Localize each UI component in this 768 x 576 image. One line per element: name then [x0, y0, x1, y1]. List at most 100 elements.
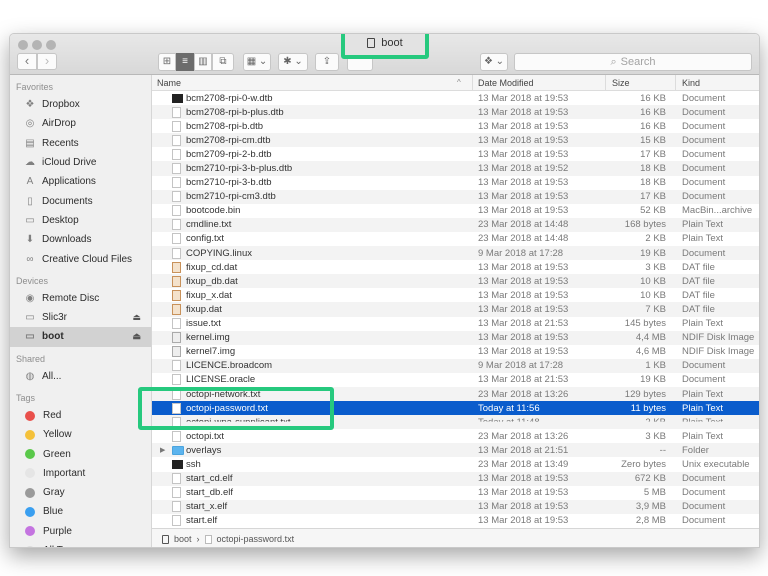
dropbox-button[interactable]: ❖ ⌄	[480, 53, 508, 71]
name-column-header[interactable]: Name	[157, 78, 181, 88]
disk-image-icon	[172, 332, 181, 344]
sidebar-item-all-tags[interactable]: All Tags...	[10, 541, 151, 547]
file-row[interactable]: kernel.img 13 Mar 2018 at 19:53 4,4 MB NDIF…	[152, 330, 759, 345]
file-row[interactable]: octopi-wpa-supplicant.txt Today at 11:48 2…	[152, 415, 759, 430]
file-row[interactable]: cmdline.txt 23 Mar 2018 at 14:48 168 bytes…	[152, 217, 759, 232]
sidebar-item-purple[interactable]: Purple	[10, 522, 151, 541]
gallery-view-button[interactable]: ⧉	[212, 53, 234, 71]
sidebar-item-dropbox[interactable]: ❖ Dropbox	[10, 95, 151, 114]
file-row[interactable]: kernel7.img 13 Mar 2018 at 19:53 4,6 MB NDI…	[152, 345, 759, 359]
file-row[interactable]: fixup_db.dat 13 Mar 2018 at 19:53 10 KB DAT…	[152, 274, 759, 289]
share-button[interactable]: ⇪	[315, 53, 339, 71]
file-name: bcm2708-rpi-b-plus.dtb	[186, 106, 284, 118]
file-name: bcm2708-rpi-cm.dtb	[186, 134, 271, 146]
file-kind: Document	[682, 487, 726, 499]
size-column-header[interactable]: Size	[612, 78, 630, 88]
file-row[interactable]: start_db.elf 13 Mar 2018 at 19:53 5 MB Docu…	[152, 486, 759, 500]
column-divider[interactable]	[605, 75, 606, 91]
file-row[interactable]: bcm2710-rpi-3-b.dtb 13 Mar 2018 at 19:53 1…	[152, 176, 759, 190]
search-field[interactable]: ⌕ Search	[514, 53, 752, 71]
file-row[interactable]: bcm2708-rpi-cm.dtb 13 Mar 2018 at 19:53 15…	[152, 133, 759, 148]
eject-icon[interactable]: ⏏	[132, 312, 141, 323]
path-root[interactable]: boot	[174, 534, 192, 544]
document-icon	[172, 430, 181, 442]
globe-icon: ◍	[25, 370, 35, 382]
path-file[interactable]: octopi-password.txt	[217, 534, 295, 544]
file-date: 13 Mar 2018 at 19:53	[478, 120, 569, 132]
sidebar-item-creative-cloud-files[interactable]: ∞ Creative Cloud Files	[10, 249, 151, 268]
forward-button[interactable]: ›	[37, 53, 57, 70]
file-row[interactable]: fixup_x.dat 13 Mar 2018 at 19:53 10 KB DAT …	[152, 288, 759, 302]
file-row[interactable]: fixup_cd.dat 13 Mar 2018 at 19:53 3 KB DAT …	[152, 260, 759, 274]
sidebar-item-downloads[interactable]: ⬇ Downloads	[10, 230, 151, 249]
sidebar-item-all[interactable]: ◍ All...	[10, 367, 151, 386]
file-row[interactable]: config.txt 23 Mar 2018 at 14:48 2 KB Plain …	[152, 232, 759, 246]
file-row[interactable]: LICENCE.broadcom 9 Mar 2018 at 17:28 1 KB D…	[152, 358, 759, 373]
sidebar-item-icloud-drive[interactable]: ☁ iCloud Drive	[10, 153, 151, 172]
sidebar-item-recents[interactable]: ▤ Recents	[10, 134, 151, 153]
disk-image-icon	[172, 346, 181, 358]
file-row[interactable]: issue.txt 13 Mar 2018 at 21:53 145 bytes Pl…	[152, 317, 759, 331]
back-button[interactable]: ‹	[17, 53, 37, 70]
file-row[interactable]: start.elf 13 Mar 2018 at 19:53 2,8 MB Docum…	[152, 514, 759, 528]
file-row[interactable]: octopi.txt 23 Mar 2018 at 13:26 3 KB Plain …	[152, 429, 759, 443]
sidebar-item-boot[interactable]: ▭ boot ⏏	[10, 327, 151, 347]
minimize-window-button[interactable]	[32, 40, 42, 50]
file-row[interactable]: start_x.elf 13 Mar 2018 at 19:53 3,9 MB Doc…	[152, 499, 759, 514]
sidebar-item-blue[interactable]: Blue	[10, 502, 151, 521]
sidebar-item-remote-disc[interactable]: ◉ Remote Disc	[10, 289, 151, 308]
file-size: 3 KB	[645, 430, 666, 442]
sidebar-item-documents[interactable]: ▯ Documents	[10, 191, 151, 210]
zoom-window-button[interactable]	[46, 40, 56, 50]
file-row[interactable]: LICENSE.oracle 13 Mar 2018 at 21:53 19 KB D…	[152, 373, 759, 387]
file-row[interactable]: octopi-network.txt 23 Mar 2018 at 13:26 12…	[152, 386, 759, 402]
sidebar-item-red[interactable]: Red	[10, 406, 151, 425]
column-divider[interactable]	[472, 75, 473, 91]
sidebar-item-green[interactable]: Green	[10, 444, 151, 463]
sidebar-item-airdrop[interactable]: ◎ AirDrop	[10, 114, 151, 133]
date-column-header[interactable]: Date Modified	[478, 78, 534, 88]
file-name: octopi-password.txt	[186, 402, 268, 414]
sidebar-item-important[interactable]: Important	[10, 464, 151, 483]
sidebar-item-label: Recents	[42, 137, 79, 149]
file-row[interactable]: bcm2708-rpi-b-plus.dtb 13 Mar 2018 at 19:…	[152, 105, 759, 120]
icon-view-button[interactable]: ⊞	[158, 53, 176, 71]
file-size: 2,8 MB	[635, 515, 666, 527]
group-button[interactable]: ▦ ⌄	[243, 53, 271, 71]
file-row[interactable]: bcm2710-rpi-3-b-plus.dtb 13 Mar 2018 at 1…	[152, 161, 759, 176]
recents-icon: ▤	[25, 137, 35, 149]
column-divider[interactable]	[675, 75, 676, 91]
file-row[interactable]: bcm2709-rpi-2-b.dtb 13 Mar 2018 at 19:53 1…	[152, 147, 759, 161]
eject-icon[interactable]: ⏏	[132, 331, 141, 342]
file-row[interactable]: bootcode.bin 13 Mar 2018 at 19:53 52 KB Mac…	[152, 204, 759, 218]
sidebar-item-slic3r[interactable]: ▭ Slic3r ⏏	[10, 308, 151, 327]
file-size: 4,4 MB	[635, 332, 666, 344]
file-row[interactable]: bcm2708-rpi-0-w.dtb 13 Mar 2018 at 19:53 1…	[152, 91, 759, 105]
action-gear-button[interactable]: ✱ ⌄	[278, 53, 308, 71]
file-row[interactable]: octopi-password.txt Today at 11:56 11 byte…	[152, 401, 759, 416]
file-row[interactable]: start_cd.elf 13 Mar 2018 at 19:53 672 KB Do…	[152, 471, 759, 486]
file-row[interactable]: bcm2710-rpi-cm3.dtb 13 Mar 2018 at 19:53 1…	[152, 189, 759, 204]
list-view-button[interactable]: ≡	[176, 53, 194, 71]
file-date: 13 Mar 2018 at 19:53	[478, 289, 569, 301]
sidebar-item-gray[interactable]: Gray	[10, 483, 151, 502]
kind-column-header[interactable]: Kind	[682, 78, 700, 88]
close-window-button[interactable]	[18, 40, 28, 50]
file-row[interactable]: ▶ overlays 13 Mar 2018 at 21:51 -- Folder	[152, 443, 759, 458]
file-row[interactable]: bcm2708-rpi-b.dtb 13 Mar 2018 at 19:53 16 …	[152, 119, 759, 133]
sidebar-item-applications[interactable]: A Applications	[10, 172, 151, 191]
file-kind: Document	[682, 473, 726, 485]
file-row[interactable]: fixup.dat 13 Mar 2018 at 19:53 7 KB DAT fil…	[152, 302, 759, 317]
file-date: 13 Mar 2018 at 19:53	[478, 191, 569, 203]
sort-ascending-icon[interactable]: ^	[457, 78, 461, 87]
sidebar-item-label: Desktop	[42, 214, 79, 226]
sidebar-item-desktop[interactable]: ▭ Desktop	[10, 211, 151, 230]
sidebar-item-yellow[interactable]: Yellow	[10, 425, 151, 444]
file-row[interactable]: COPYING.linux 9 Mar 2018 at 17:28 19 KB Doc…	[152, 246, 759, 261]
disclosure-triangle-icon[interactable]: ▶	[160, 446, 165, 454]
file-size: 7 KB	[645, 303, 666, 315]
column-view-button[interactable]: ▥	[194, 53, 212, 71]
file-row[interactable]: ssh 23 Mar 2018 at 13:49 Zero bytes Unix ex…	[152, 457, 759, 471]
file-size: 16 KB	[640, 120, 666, 132]
file-name: ssh	[186, 458, 201, 470]
